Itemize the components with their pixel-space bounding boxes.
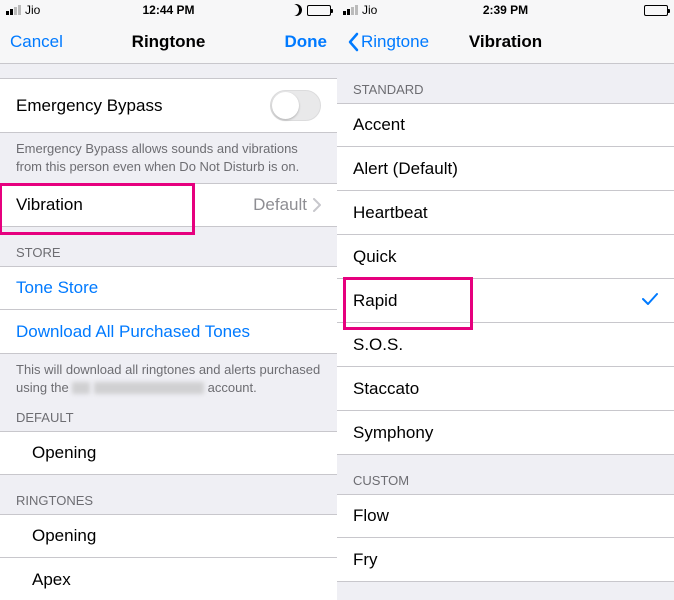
ringtone-row[interactable]: Opening <box>0 514 337 558</box>
nav-bar: Ringtone Vibration <box>337 20 674 64</box>
carrier-label: Jio <box>362 3 377 17</box>
content-scroll[interactable]: Emergency Bypass Emergency Bypass allows… <box>0 64 337 600</box>
vibration-option-label: Rapid <box>353 291 642 311</box>
done-button[interactable]: Done <box>285 32 328 52</box>
default-header: DEFAULT <box>0 404 337 431</box>
store-footer: This will download all ringtones and ale… <box>0 354 337 404</box>
default-ringtone-row[interactable]: Opening <box>0 431 337 475</box>
chevron-back-icon <box>347 32 359 52</box>
vibration-option-row[interactable]: Staccato <box>337 367 674 411</box>
vibration-option-row[interactable]: Rapid <box>337 279 674 323</box>
signal-icon <box>343 5 358 15</box>
standard-header: STANDARD <box>337 64 674 103</box>
default-ringtone-label: Opening <box>32 443 321 463</box>
emergency-bypass-footer: Emergency Bypass allows sounds and vibra… <box>0 133 337 183</box>
vibration-option-label: Alert (Default) <box>353 159 658 179</box>
vibration-option-label: Symphony <box>353 423 658 443</box>
battery-icon <box>644 5 668 16</box>
checkmark-icon <box>642 291 658 311</box>
vibration-row[interactable]: Vibration Default <box>0 183 337 227</box>
tone-store-row[interactable]: Tone Store <box>0 266 337 310</box>
vibration-option-label: Fry <box>353 550 658 570</box>
vibration-option-label: Heartbeat <box>353 203 658 223</box>
vibration-label: Vibration <box>16 195 253 215</box>
carrier-label: Jio <box>25 3 40 17</box>
ringtones-header: RINGTONES <box>0 475 337 514</box>
ringtone-label: Apex <box>32 570 321 590</box>
store-header: STORE <box>0 227 337 266</box>
chevron-right-icon <box>313 198 321 212</box>
emergency-bypass-label: Emergency Bypass <box>16 96 270 116</box>
content-scroll[interactable]: STANDARD Accent Alert (Default) Heartbea… <box>337 64 674 600</box>
vibration-option-label: S.O.S. <box>353 335 658 355</box>
custom-header: CUSTOM <box>337 455 674 494</box>
download-tones-row[interactable]: Download All Purchased Tones <box>0 310 337 354</box>
vibration-option-label: Quick <box>353 247 658 267</box>
vibration-option-label: Flow <box>353 506 658 526</box>
vibration-option-row[interactable]: Heartbeat <box>337 191 674 235</box>
nav-bar: Cancel Ringtone Done <box>0 20 337 64</box>
ringtone-label: Opening <box>32 526 321 546</box>
vibration-option-row[interactable]: S.O.S. <box>337 323 674 367</box>
status-time: 12:44 PM <box>114 3 222 17</box>
vibration-option-row[interactable]: Flow <box>337 494 674 538</box>
vibration-option-row[interactable]: Accent <box>337 103 674 147</box>
battery-icon <box>307 5 331 16</box>
download-tones-label: Download All Purchased Tones <box>16 322 321 342</box>
emergency-bypass-toggle[interactable] <box>270 90 321 121</box>
screen-vibration: Jio 2:39 PM Ringtone Vibration STANDARD … <box>337 0 674 600</box>
back-label: Ringtone <box>361 32 429 52</box>
ringtone-row[interactable]: Apex <box>0 558 337 600</box>
vibration-value: Default <box>253 195 307 215</box>
status-bar: Jio 12:44 PM <box>0 0 337 20</box>
signal-icon <box>6 5 21 15</box>
status-bar: Jio 2:39 PM <box>337 0 674 20</box>
back-button[interactable]: Ringtone <box>347 32 429 52</box>
dnd-moon-icon <box>290 4 302 16</box>
vibration-option-row[interactable]: Symphony <box>337 411 674 455</box>
screen-ringtone: Jio 12:44 PM Cancel Ringtone Done Emerge… <box>0 0 337 600</box>
cancel-button[interactable]: Cancel <box>10 32 63 52</box>
vibration-option-label: Accent <box>353 115 658 135</box>
vibration-option-label: Staccato <box>353 379 658 399</box>
tone-store-label: Tone Store <box>16 278 321 298</box>
status-time: 2:39 PM <box>451 3 559 17</box>
vibration-option-row[interactable]: Fry <box>337 538 674 582</box>
emergency-bypass-row[interactable]: Emergency Bypass <box>0 78 337 133</box>
vibration-option-row[interactable]: Quick <box>337 235 674 279</box>
vibration-option-row[interactable]: Alert (Default) <box>337 147 674 191</box>
